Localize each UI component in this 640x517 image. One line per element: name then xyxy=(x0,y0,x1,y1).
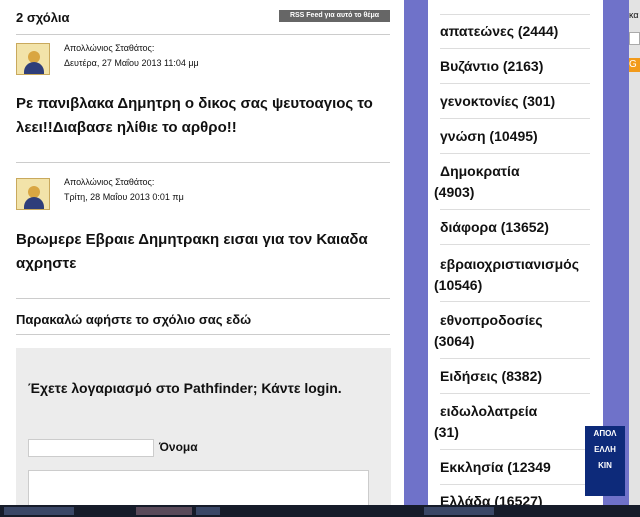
ad-banner[interactable]: ΑΠΟΛ ΕΛΛΗ ΚΙΝ xyxy=(585,426,625,496)
avatar[interactable] xyxy=(16,178,50,210)
login-prompt-link[interactable]: Έχετε λογαριασμό στο Pathfinder; Κάντε l… xyxy=(28,378,368,399)
category-link[interactable]: γνώση (10495) xyxy=(440,126,603,147)
category-link[interactable]: Δημοκρατία (4903) xyxy=(434,161,603,203)
taskbar xyxy=(0,505,640,517)
right-toolbar: κα G xyxy=(629,0,640,517)
divider xyxy=(16,162,390,163)
divider xyxy=(16,298,390,299)
comment-author[interactable]: Απολλώνιος Σταθάτος: xyxy=(64,43,154,53)
category-link[interactable]: Ελλάδα (16527) xyxy=(440,491,603,505)
sidebar-categories: απατεώνες (2444) Βυζάντιο (2163) γενοκτο… xyxy=(428,0,603,505)
rss-feed-button[interactable]: RSS Feed για αυτό το θέμα xyxy=(279,10,390,22)
taskbar-button[interactable] xyxy=(4,507,74,515)
toolbar-text: κα xyxy=(629,10,639,20)
checkbox[interactable] xyxy=(629,32,640,45)
category-link[interactable]: εθνοπροδοσίες (3064) xyxy=(434,310,603,352)
name-input[interactable] xyxy=(28,439,154,457)
comments-count-title: 2 σχόλια xyxy=(16,10,70,25)
category-link[interactable]: απατεώνες (2444) xyxy=(440,21,603,42)
comment-form: Έχετε λογαριασμό στο Pathfinder; Κάντε l… xyxy=(16,348,391,512)
comment-text: Ρε πανιβλακα Δημητρη ο δικος σας ψευτοαγ… xyxy=(16,95,373,136)
name-label: Όνομα xyxy=(159,440,198,454)
category-link[interactable]: Βυζάντιο (2163) xyxy=(440,56,603,77)
category-link[interactable]: Εκκλησία (12349 xyxy=(440,457,603,478)
google-icon[interactable]: G xyxy=(629,58,640,72)
comment-author[interactable]: Απολλώνιος Σταθάτος: xyxy=(64,177,154,187)
divider xyxy=(16,334,390,335)
comment-date: Τρίτη, 28 Μαΐου 2013 0:01 πμ xyxy=(64,192,184,202)
avatar[interactable] xyxy=(16,43,50,75)
taskbar-button[interactable] xyxy=(424,507,494,515)
taskbar-button[interactable] xyxy=(196,507,220,515)
leave-comment-heading: Παρακαλώ αφήστε το σχόλιο σας εδώ xyxy=(16,312,252,327)
comment-text: Βρωμερε Εβραιε Δημητρακη εισαι για τον Κ… xyxy=(16,231,368,272)
taskbar-button[interactable] xyxy=(136,507,192,515)
page-background xyxy=(404,0,428,505)
category-link[interactable]: διάφορα (13652) xyxy=(440,217,603,238)
divider xyxy=(16,34,390,35)
category-link[interactable]: Ειδήσεις (8382) xyxy=(440,366,603,387)
category-link[interactable]: εβραιοχριστιανισμός (10546) xyxy=(434,254,603,296)
comments-panel: 2 σχόλια RSS Feed για αυτό το θέμα Απολλ… xyxy=(0,0,404,512)
category-link[interactable]: γενοκτονίες (301) xyxy=(440,91,603,112)
category-link[interactable]: ειδωλολατρεία (31) xyxy=(434,401,603,443)
comment-date: Δευτέρα, 27 Μαΐου 2013 11:04 μμ xyxy=(64,58,199,68)
